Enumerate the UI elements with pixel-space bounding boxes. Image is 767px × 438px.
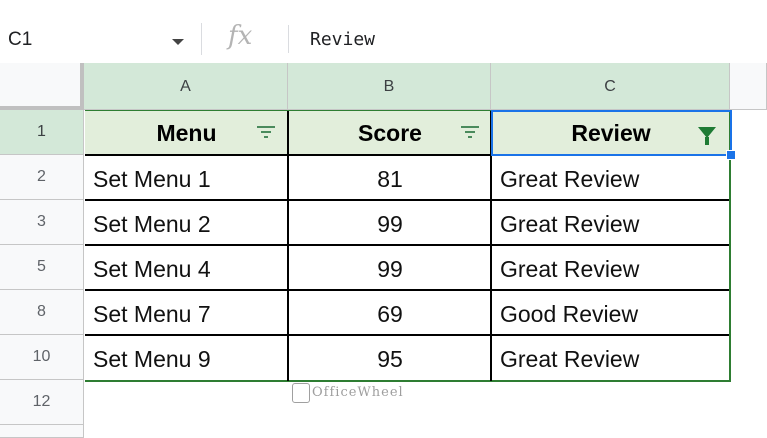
data-cell[interactable]: Set Menu 9	[85, 336, 288, 382]
row-header[interactable]: 8	[0, 290, 84, 335]
column-header-b[interactable]: B	[288, 63, 491, 110]
watermark-icon	[292, 383, 310, 403]
formula-input[interactable]: Review	[310, 29, 375, 50]
divider	[288, 25, 289, 53]
row-header[interactable]: 1	[0, 110, 84, 155]
table-border	[85, 380, 731, 382]
fx-icon: fx	[228, 21, 253, 51]
data-cell[interactable]: 99	[289, 246, 491, 292]
row-header[interactable]: 12	[0, 380, 84, 425]
data-cell[interactable]: 81	[289, 156, 491, 202]
data-cell[interactable]: Set Menu 7	[85, 291, 288, 337]
select-all-corner[interactable]	[0, 63, 84, 110]
data-cell[interactable]: 99	[289, 201, 491, 247]
data-cell[interactable]: Set Menu 4	[85, 246, 288, 292]
filter-icon[interactable]	[461, 126, 479, 138]
column-header-d[interactable]	[730, 63, 767, 110]
table-border	[85, 244, 731, 246]
table-border	[287, 110, 289, 381]
data-cell[interactable]: Great Review	[492, 201, 730, 247]
data-cell[interactable]: Great Review	[492, 336, 730, 382]
row-header[interactable]: 5	[0, 245, 84, 290]
cell-selection	[491, 110, 732, 156]
row-header[interactable]: 3	[0, 200, 84, 245]
data-cell[interactable]: Great Review	[492, 246, 730, 292]
data-cell[interactable]: Set Menu 1	[85, 156, 288, 202]
watermark-text: OfficeWheel	[312, 385, 404, 400]
name-box[interactable]: C1	[8, 29, 158, 51]
chevron-down-icon[interactable]	[172, 39, 184, 45]
watermark-logo: OfficeWheel	[292, 383, 404, 403]
table-border	[85, 334, 731, 336]
formula-bar: C1 fx Review	[0, 15, 767, 64]
data-cell[interactable]: 95	[289, 336, 491, 382]
table-border	[85, 199, 731, 201]
column-header-c[interactable]: C	[491, 63, 730, 110]
row-header[interactable]	[0, 425, 84, 438]
filter-icon[interactable]	[257, 126, 275, 138]
data-cell[interactable]: 69	[289, 291, 491, 337]
data-cell[interactable]: Good Review	[492, 291, 730, 337]
column-header-a[interactable]: A	[84, 63, 288, 110]
data-cell[interactable]: Set Menu 2	[85, 201, 288, 247]
row-header[interactable]: 2	[0, 155, 84, 200]
divider	[201, 23, 202, 55]
table-border	[85, 289, 731, 291]
data-cell[interactable]: Great Review	[492, 156, 730, 202]
row-header[interactable]: 10	[0, 335, 84, 380]
fill-handle[interactable]	[726, 150, 736, 160]
